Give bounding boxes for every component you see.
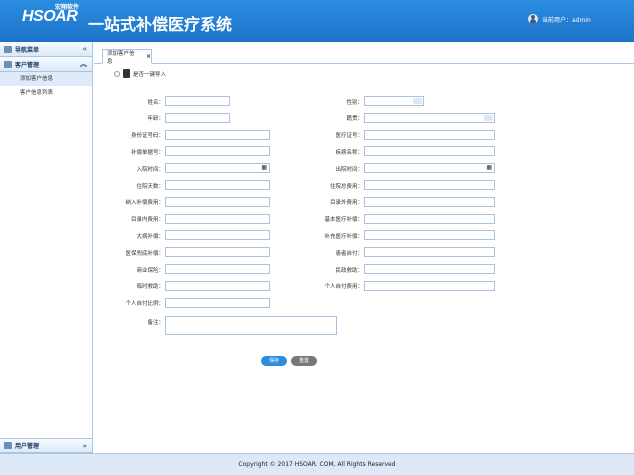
nav-menu-title: 导航菜单 — [15, 46, 40, 54]
left-field-input-5[interactable] — [165, 180, 270, 190]
collapse-left-icon[interactable]: « — [82, 45, 87, 53]
left-field-label-4: 入院时间： — [136, 166, 164, 173]
right-field-label-9: 患者自付： — [335, 250, 363, 257]
right-field-input-7[interactable] — [364, 213, 495, 224]
left-field-input-8[interactable] — [165, 230, 270, 241]
menu-icon — [4, 45, 12, 53]
nav-menu-header[interactable]: 导航菜单 « — [0, 42, 92, 57]
reset-button[interactable]: 重置 — [291, 356, 317, 366]
right-field-input-9[interactable] — [364, 247, 495, 258]
left-field-input-4-date[interactable] — [165, 163, 270, 174]
file-icon — [123, 69, 130, 78]
import-label: 是否一键导入 — [133, 71, 167, 78]
left-field-input-11[interactable] — [165, 280, 270, 291]
left-field-input-1[interactable] — [165, 112, 230, 123]
left-field-label-11: 临时救助： — [136, 284, 164, 291]
right-field-label-3: 疾病名称： — [335, 149, 363, 156]
right-field-input-11[interactable] — [364, 280, 495, 291]
right-field-label-8: 补充医疗补偿： — [324, 233, 363, 240]
left-field-input-2[interactable] — [165, 129, 270, 140]
left-field-input-9[interactable] — [165, 247, 270, 258]
right-field-input-10[interactable] — [364, 264, 495, 274]
customer-group-title: 客户管理 — [15, 61, 40, 69]
tab-add-customer[interactable]: 添加客户信息 × — [102, 49, 152, 65]
left-field-label-8: 大病补偿： — [136, 233, 164, 240]
left-field-label-10: 商业保险： — [136, 267, 164, 274]
chevron-right-icon[interactable]: » — [82, 442, 87, 450]
right-field-input-2[interactable] — [364, 129, 495, 140]
left-field-input-7[interactable] — [165, 213, 270, 224]
user-group-header[interactable]: 用户管理 » — [0, 438, 92, 453]
user-group-title: 用户管理 — [15, 443, 40, 450]
right-field-label-10: 民政救助： — [335, 267, 363, 274]
left-field-label-7: 目录内费用： — [130, 217, 164, 224]
right-field-label-5: 住院总费用： — [329, 183, 363, 190]
right-field-label-11: 个人自付费用： — [324, 284, 363, 291]
right-field-label-2: 医疗证号： — [335, 133, 363, 140]
customer-group-header[interactable]: 客户管理 ︽ — [0, 57, 92, 72]
right-field-input-6[interactable] — [364, 196, 495, 207]
right-field-input-8[interactable] — [364, 230, 495, 241]
one-click-import[interactable]: 是否一键导入 — [114, 69, 166, 78]
left-field-label-2: 身份证号码： — [130, 133, 164, 140]
left-field-input-0[interactable] — [165, 96, 230, 106]
right-field-label-1: 籍贯： — [346, 116, 363, 123]
right-field-label-7: 基本医疗补偿： — [324, 217, 363, 224]
tab-bar: 添加客户信息 × — [94, 42, 634, 65]
left-field-label-12: 个人自付比例： — [125, 301, 164, 308]
import-radio[interactable] — [114, 70, 120, 77]
left-field-label-1: 年龄： — [147, 116, 164, 123]
logo: HSOAR — [22, 8, 78, 26]
right-field-input-0-select[interactable] — [364, 96, 424, 106]
logo-text: HSOAR — [22, 8, 78, 25]
right-field-input-4-date[interactable] — [364, 163, 495, 174]
user-info[interactable]: 当前用户：admin — [528, 14, 591, 24]
sidebar-item-customer-list[interactable]: 客户信息列表 — [0, 86, 92, 100]
left-field-label-0: 姓名： — [147, 99, 164, 106]
copyright: Copyright © 2017 HSOAR. COM, All Rights … — [238, 461, 396, 468]
right-field-input-5[interactable] — [364, 180, 495, 190]
user-manage-icon — [4, 442, 12, 449]
app-title: 一站式补偿医疗系统 — [88, 15, 233, 34]
left-field-label-6: 纳入补偿费用： — [125, 200, 164, 207]
user-icon — [528, 14, 538, 24]
remark-label: 备注： — [147, 320, 164, 326]
main-panel: 添加客户信息 × 是否一键导入 姓名： 年龄： 身份证号码： 补偿单据号： 入院时间： 住… — [94, 42, 634, 453]
right-field-input-1-select[interactable] — [364, 112, 495, 123]
left-field-label-5: 住院天数： — [136, 183, 164, 190]
left-field-label-3: 补偿单据号： — [130, 149, 164, 156]
left-field-label-9: 医保兜底补偿： — [125, 250, 164, 257]
left-field-input-6[interactable] — [165, 196, 270, 207]
remark-textarea[interactable] — [165, 316, 337, 335]
right-field-input-3[interactable] — [364, 146, 495, 157]
left-field-input-3[interactable] — [165, 146, 270, 157]
header: 宏翔软件 HSOAR 一站式补偿医疗系统 当前用户：admin — [0, 0, 634, 42]
sidebar-item-add-customer[interactable]: 添加客户信息 — [0, 72, 92, 86]
close-icon[interactable]: × — [146, 53, 151, 60]
right-field-label-4: 出院时间： — [335, 166, 363, 173]
current-user: 当前用户：admin — [542, 16, 591, 24]
left-field-input-10[interactable] — [165, 264, 270, 274]
users-icon — [4, 60, 12, 68]
tab-label: 添加客户信息 — [107, 50, 135, 65]
left-field-input-12[interactable] — [165, 297, 270, 308]
chevron-up-icon[interactable]: ︽ — [80, 59, 87, 69]
right-field-label-6: 目录外费用： — [329, 200, 363, 207]
save-button[interactable]: 保存 — [261, 356, 287, 366]
footer: Copyright © 2017 HSOAR. COM, All Rights … — [0, 453, 634, 475]
right-field-label-0: 性别： — [346, 99, 363, 106]
sidebar: 导航菜单 « 客户管理 ︽ 添加客户信息 客户信息列表 用户管理 » — [0, 42, 93, 453]
